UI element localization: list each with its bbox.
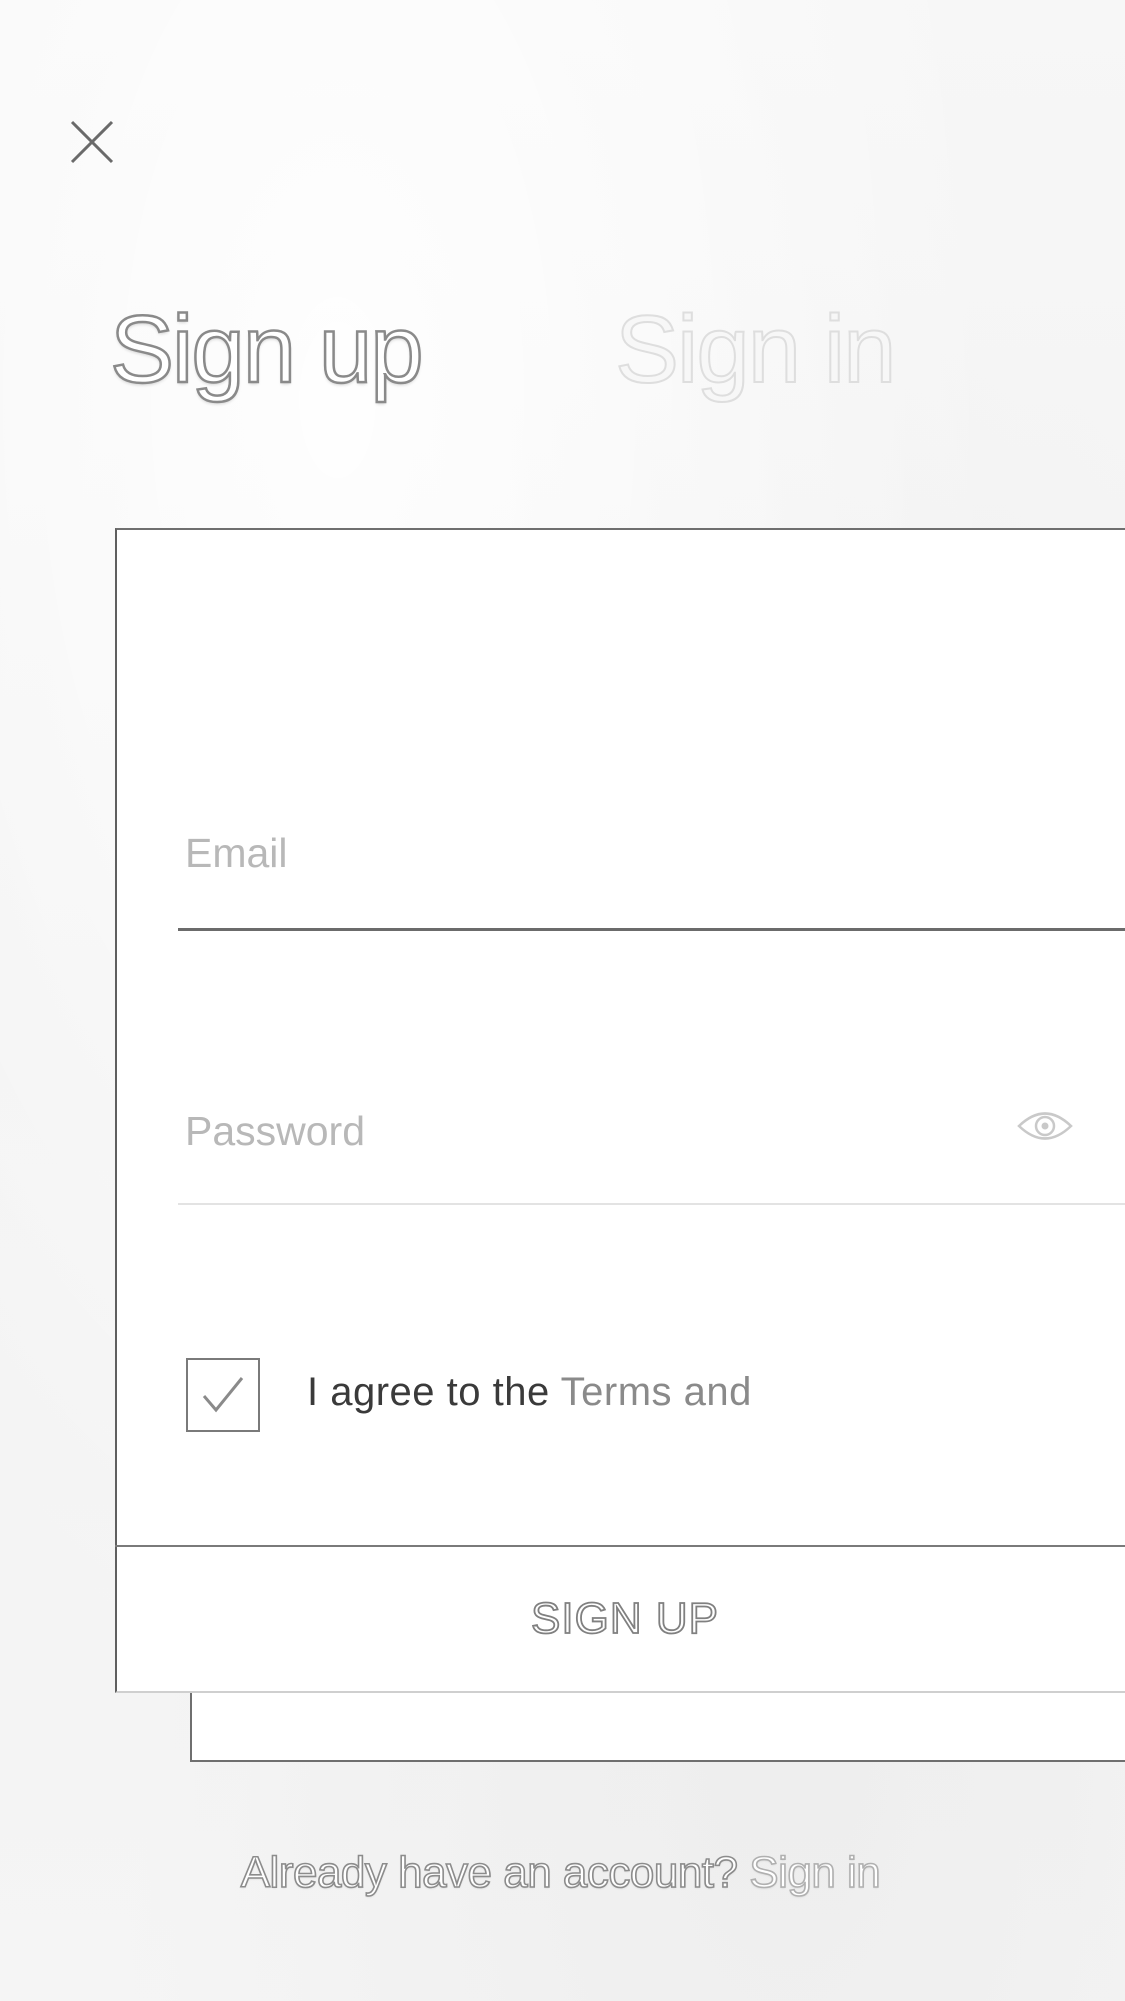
- show-password-toggle[interactable]: [1015, 1105, 1075, 1147]
- tab-sign-up[interactable]: Sign up: [109, 295, 425, 405]
- close-icon: [70, 120, 114, 164]
- email-field-container: [178, 830, 1125, 931]
- password-field[interactable]: [178, 1108, 1125, 1155]
- terms-prefix: I agree to the: [307, 1370, 561, 1414]
- footer-prompt: Already have an account?: [240, 1847, 750, 1898]
- sign-up-button[interactable]: SIGN UP: [117, 1547, 1125, 1690]
- footer-sign-in-link[interactable]: Sign in: [748, 1847, 881, 1898]
- close-button[interactable]: [62, 112, 122, 172]
- terms-label: I agree to the Terms and: [307, 1367, 752, 1417]
- email-underline: [178, 928, 1125, 931]
- password-field-container: [178, 1108, 1125, 1205]
- footer: Already have an account? Sign in: [0, 1845, 1125, 1901]
- password-underline: [178, 1203, 1125, 1205]
- terms-link[interactable]: Terms and: [561, 1370, 752, 1414]
- tab-sign-in[interactable]: Sign in: [614, 295, 898, 405]
- eye-icon: [1017, 1112, 1073, 1140]
- email-field[interactable]: [178, 830, 1125, 877]
- checkmark-icon: [202, 1377, 244, 1413]
- terms-checkbox[interactable]: [186, 1358, 260, 1432]
